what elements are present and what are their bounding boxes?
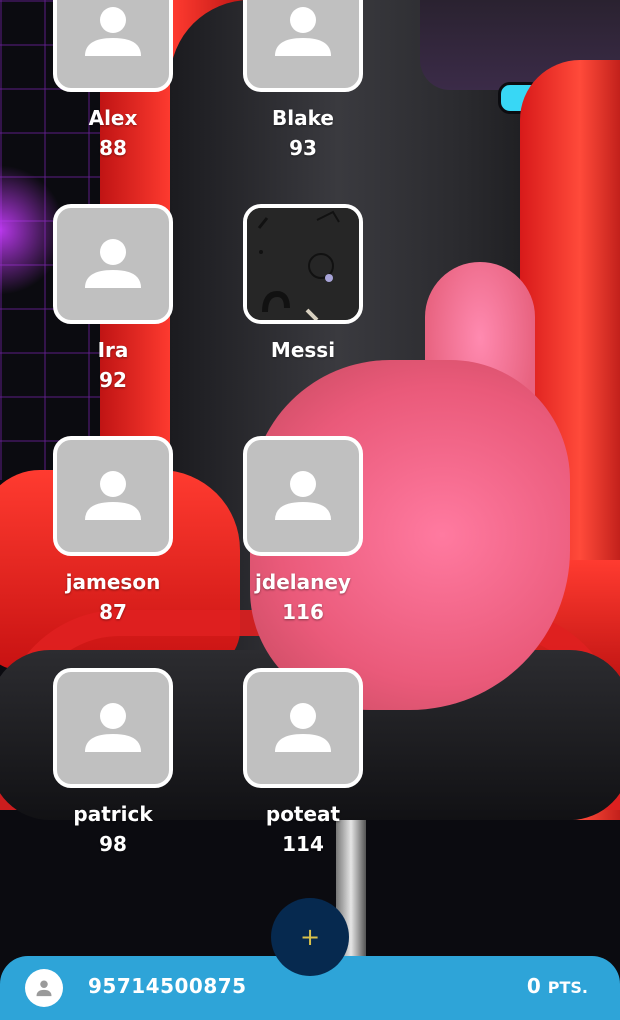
user-phone-number: 95714500875 (88, 974, 247, 998)
friend-card[interactable]: patrick 98 (43, 668, 183, 856)
person-icon (85, 703, 141, 752)
friend-avatar[interactable] (53, 0, 173, 92)
friend-name: Blake (272, 106, 334, 130)
friend-avatar[interactable] (243, 668, 363, 788)
friend-score: 88 (99, 136, 127, 160)
friend-avatar[interactable] (53, 668, 173, 788)
person-icon (275, 471, 331, 520)
person-icon (85, 7, 141, 56)
photo-image (247, 208, 359, 320)
friend-card[interactable]: Blake 93 (233, 0, 373, 160)
person-icon (275, 703, 331, 752)
person-icon (85, 239, 141, 288)
friend-score: 93 (289, 136, 317, 160)
friend-score: 92 (99, 368, 127, 392)
friend-score: 98 (99, 832, 127, 856)
friend-card[interactable]: Alex 88 (43, 0, 183, 160)
friend-score: 114 (282, 832, 324, 856)
points-unit: PTS. (547, 978, 588, 997)
person-icon (85, 471, 141, 520)
friends-grid: Alex 88 Blake 93 Ira 92 Messi jameson 87… (0, 0, 620, 940)
friend-name: Alex (88, 106, 138, 130)
points-display: 0 PTS. (527, 974, 588, 998)
add-friend-button[interactable]: + (271, 898, 349, 976)
friend-name: jdelaney (255, 570, 351, 594)
friend-name: Ira (97, 338, 129, 362)
person-icon (36, 980, 52, 997)
friend-card[interactable]: jdelaney 116 (233, 436, 373, 624)
friend-avatar[interactable] (53, 436, 173, 556)
friend-avatar[interactable] (243, 0, 363, 92)
friend-card[interactable]: jameson 87 (43, 436, 183, 624)
friend-avatar-photo[interactable] (243, 204, 363, 324)
friend-card[interactable]: Ira 92 (43, 204, 183, 392)
friend-name: patrick (73, 802, 153, 826)
friend-card[interactable]: Messi (233, 204, 373, 368)
friend-score: 87 (99, 600, 127, 624)
user-icon[interactable] (25, 969, 63, 1007)
friend-card[interactable]: poteat 114 (233, 668, 373, 856)
friend-name: jameson (65, 570, 161, 594)
friend-score: 116 (282, 600, 324, 624)
friend-name: Messi (270, 338, 336, 362)
plus-icon: + (299, 923, 321, 951)
friend-avatar[interactable] (243, 436, 363, 556)
friend-name: poteat (265, 802, 341, 826)
points-value: 0 (526, 974, 541, 998)
friend-avatar[interactable] (53, 204, 173, 324)
person-icon (275, 7, 331, 56)
